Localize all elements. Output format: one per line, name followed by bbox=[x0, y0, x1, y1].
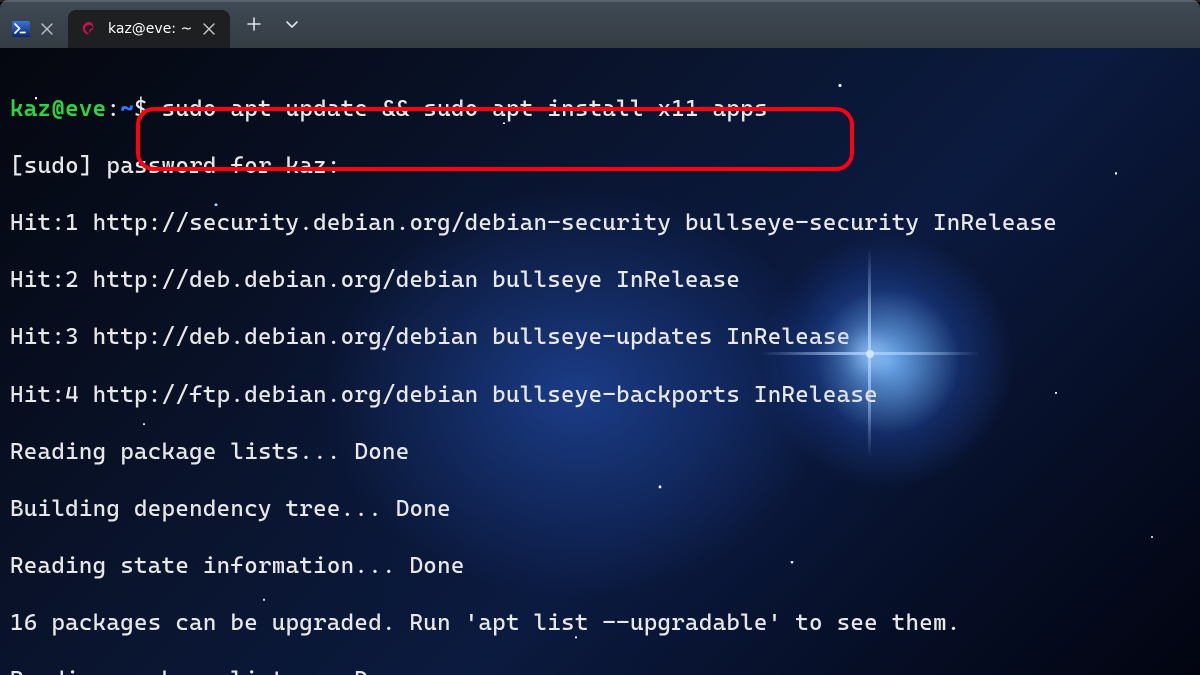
output-line: [sudo] password for kaz: bbox=[10, 152, 1188, 181]
output-line: Hit:4 http://ftp.debian.org/debian bulls… bbox=[10, 381, 1188, 410]
prompt-userhost: kaz@eve bbox=[10, 96, 106, 122]
prompt-line: kaz@eve:~$ sudo apt update && sudo apt i… bbox=[10, 95, 1188, 124]
title-bar: kaz@eve: ~ bbox=[0, 0, 1200, 48]
new-tab-button[interactable] bbox=[236, 8, 272, 40]
prompt-cwd: ~ bbox=[120, 96, 134, 122]
tab-debian-terminal[interactable]: kaz@eve: ~ bbox=[68, 10, 230, 48]
close-icon[interactable] bbox=[202, 22, 216, 36]
output-line: Reading state information... Done bbox=[10, 552, 1188, 581]
output-line: Hit:2 http://deb.debian.org/debian bulls… bbox=[10, 266, 1188, 295]
output-line: Hit:3 http://deb.debian.org/debian bulls… bbox=[10, 323, 1188, 352]
output-line: Reading package lists... Done bbox=[10, 666, 1188, 675]
output-line: 16 packages can be upgraded. Run 'apt li… bbox=[10, 609, 1188, 638]
tab-title: kaz@eve: ~ bbox=[108, 21, 192, 37]
debian-icon bbox=[80, 20, 98, 38]
output-line: Reading package lists... Done bbox=[10, 438, 1188, 467]
tab-dropdown-button[interactable] bbox=[274, 8, 310, 40]
prompt-sep: : bbox=[106, 96, 120, 122]
tab-powershell[interactable] bbox=[0, 10, 68, 48]
tab-actions bbox=[230, 0, 310, 48]
command-text: sudo apt update && sudo apt install x11-… bbox=[148, 96, 768, 122]
prompt-symbol: $ bbox=[134, 96, 148, 122]
terminal-pane[interactable]: kaz@eve:~$ sudo apt update && sudo apt i… bbox=[0, 48, 1200, 675]
close-icon[interactable] bbox=[40, 22, 54, 36]
terminal-output: kaz@eve:~$ sudo apt update && sudo apt i… bbox=[0, 48, 1200, 675]
powershell-icon bbox=[12, 20, 30, 38]
output-line: Building dependency tree... Done bbox=[10, 495, 1188, 524]
output-line: Hit:1 http://security.debian.org/debian-… bbox=[10, 209, 1188, 238]
